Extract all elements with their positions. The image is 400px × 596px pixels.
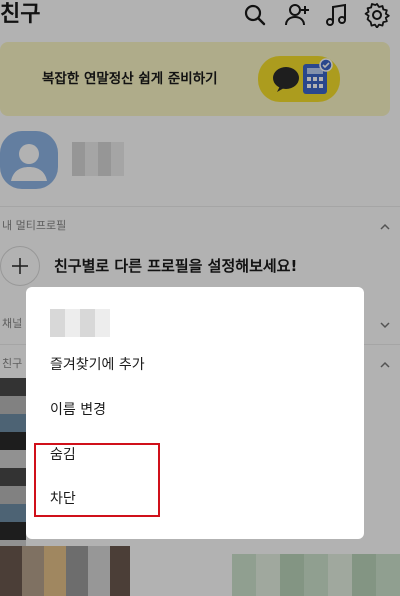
- menu-rename[interactable]: 이름 변경: [50, 394, 340, 426]
- menu-add-favorite[interactable]: 즐겨찾기에 추가: [50, 349, 340, 381]
- friends-screen: 친구 복잡한 연말정산 쉽게 준비하기 내 멀티프로필 친구별로 다른 프로필을…: [0, 0, 400, 596]
- highlight-annotation: [34, 443, 160, 517]
- friend-name-blurred: [50, 309, 110, 337]
